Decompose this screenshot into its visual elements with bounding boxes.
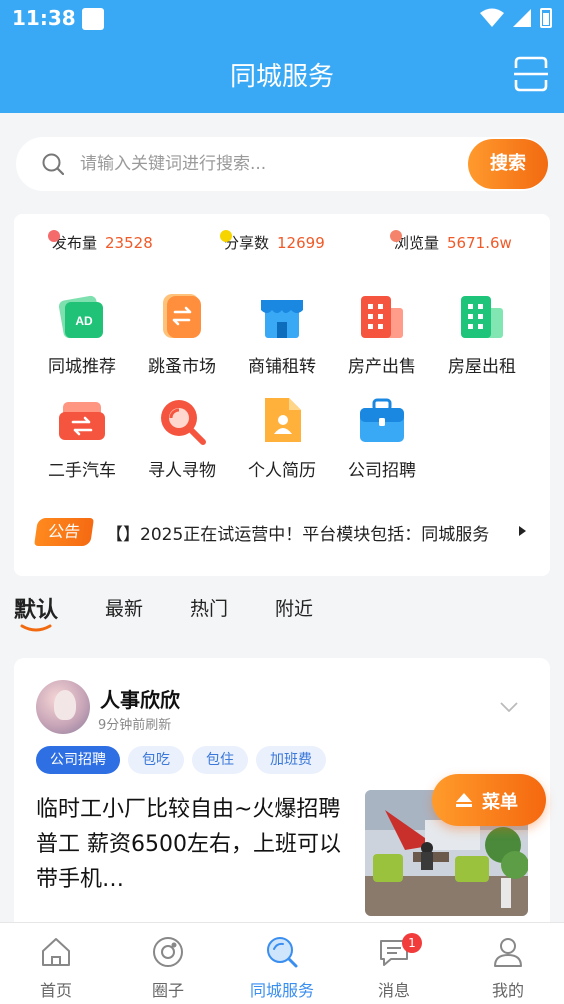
stat-value: 12699 [277, 234, 325, 252]
post-author[interactable]: 人事欣欣 [100, 684, 180, 713]
building-icon [361, 296, 403, 338]
battery-icon [540, 8, 552, 28]
storefront-icon [261, 300, 303, 338]
tab-default[interactable]: 默认 [14, 592, 58, 624]
stats-row: 发布量 23528 分享数 12699 浏览量 5671.6w [14, 230, 550, 256]
eject-up-icon [456, 793, 472, 807]
status-icons [480, 8, 552, 28]
category-resume[interactable]: 个人简历 [237, 396, 327, 486]
nav-label: 同城服务 [249, 981, 314, 1000]
nav-label: 圈子 [151, 981, 184, 1000]
nav-messages[interactable]: 1 消息 [344, 933, 444, 1001]
category-job-recruitment[interactable]: 公司招聘 [337, 396, 427, 486]
category-label: 寻人寻物 [148, 461, 216, 481]
category-used-cars[interactable]: 二手汽车 [37, 396, 127, 486]
nav-label: 消息 [377, 981, 410, 1000]
chevron-down-icon[interactable] [500, 702, 518, 712]
nav-label: 首页 [39, 981, 72, 1000]
svg-text:AD: AD [75, 314, 93, 328]
category-house-rent[interactable]: 房屋出租 [437, 292, 527, 382]
status-bar: 11:38 [0, 0, 564, 38]
announcement-tag: 公告 [34, 518, 94, 546]
menu-fab-button[interactable]: 菜单 [432, 774, 546, 826]
stat-dot [220, 230, 232, 242]
top-app-bar: 11:38 同城服务 [0, 0, 564, 113]
category-lost-found[interactable]: 寻人寻物 [137, 396, 227, 486]
ad-card-icon: AD [58, 295, 103, 339]
nav-label: 我的 [491, 981, 524, 1000]
building-icon [461, 296, 503, 338]
briefcase-icon [360, 398, 404, 442]
home-icon [42, 938, 70, 966]
nav-home[interactable]: 首页 [6, 935, 106, 1001]
nav-profile[interactable]: 我的 [458, 935, 558, 1001]
category-label: 商铺租转 [248, 357, 316, 377]
tab-nearby[interactable]: 附近 [275, 594, 313, 621]
status-time: 11:38 [12, 6, 76, 30]
tab-hot[interactable]: 热门 [190, 594, 228, 621]
wifi-icon [480, 8, 504, 27]
category-label: 房屋出租 [448, 357, 516, 377]
nav-circle[interactable]: 圈子 [118, 935, 218, 1001]
page-title: 同城服务 [229, 62, 334, 92]
unread-badge: 1 [402, 933, 422, 953]
avatar[interactable] [36, 680, 90, 734]
search-icon [42, 153, 64, 175]
search-globe-icon [267, 937, 298, 968]
search-bar: 搜索 [16, 137, 548, 191]
bottom-navigation: 首页 圈子 同城服务 1 消息 我的 [0, 922, 564, 1004]
tab-underline [20, 624, 52, 632]
category-label: 二手汽车 [48, 461, 116, 481]
menu-fab-label: 菜单 [482, 792, 518, 813]
category-local-recommend[interactable]: AD 同城推荐 [37, 292, 127, 382]
category-shop-rental[interactable]: 商铺租转 [237, 292, 327, 382]
nav-city-service[interactable]: 同城服务 [232, 935, 332, 1001]
user-icon [494, 938, 522, 967]
announcement-bar[interactable]: 公告 【】2025正在试运营中！平台模块包括：同城服务 [34, 514, 526, 550]
stat-dot [390, 230, 402, 242]
post-tag: 包住 [192, 746, 248, 774]
magnifier-icon [161, 400, 206, 445]
category-label: 同城推荐 [48, 357, 116, 377]
category-label: 跳蚤市场 [148, 357, 216, 377]
resume-icon [265, 398, 301, 442]
play-arrow-icon[interactable] [519, 526, 526, 536]
announcement-text: 【】2025正在试运营中！平台模块包括：同城服务 [106, 525, 490, 545]
cellular-icon [513, 9, 531, 27]
category-property-sale[interactable]: 房产出售 [337, 292, 427, 382]
stat-dot [48, 230, 60, 242]
stat-views: 浏览量 5671.6w [390, 230, 512, 253]
stat-shares: 分享数 12699 [220, 230, 325, 253]
category-label: 房产出售 [348, 357, 416, 377]
search-button[interactable]: 搜索 [468, 139, 548, 189]
post-tag: 加班费 [256, 746, 326, 774]
post-title[interactable]: 临时工小厂比较自由~火爆招聘普工 薪资6500左右，上班可以带手机… [36, 792, 346, 897]
car-exchange-icon [59, 402, 105, 440]
scan-icon[interactable] [514, 56, 548, 92]
tab-latest[interactable]: 最新 [105, 594, 143, 621]
stat-value: 23528 [105, 234, 153, 252]
exchange-tag-icon [163, 294, 201, 338]
post-tag: 包吃 [128, 746, 184, 774]
stat-value: 5671.6w [447, 234, 512, 252]
post-tag[interactable]: 公司招聘 [36, 746, 120, 774]
notification-icon [82, 8, 104, 30]
category-label: 个人简历 [248, 461, 316, 481]
services-card: 发布量 23528 分享数 12699 浏览量 5671.6w AD 同城推荐 跳蚤市… [14, 214, 550, 576]
circle-icon [153, 937, 183, 967]
category-label: 公司招聘 [348, 461, 416, 481]
stat-posts: 发布量 23528 [48, 230, 153, 253]
post-tags: 公司招聘 包吃 包住 加班费 [36, 746, 326, 774]
post-time: 9分钟前刷新 [98, 718, 172, 733]
category-flea-market[interactable]: 跳蚤市场 [137, 292, 227, 382]
search-input[interactable] [80, 149, 460, 179]
